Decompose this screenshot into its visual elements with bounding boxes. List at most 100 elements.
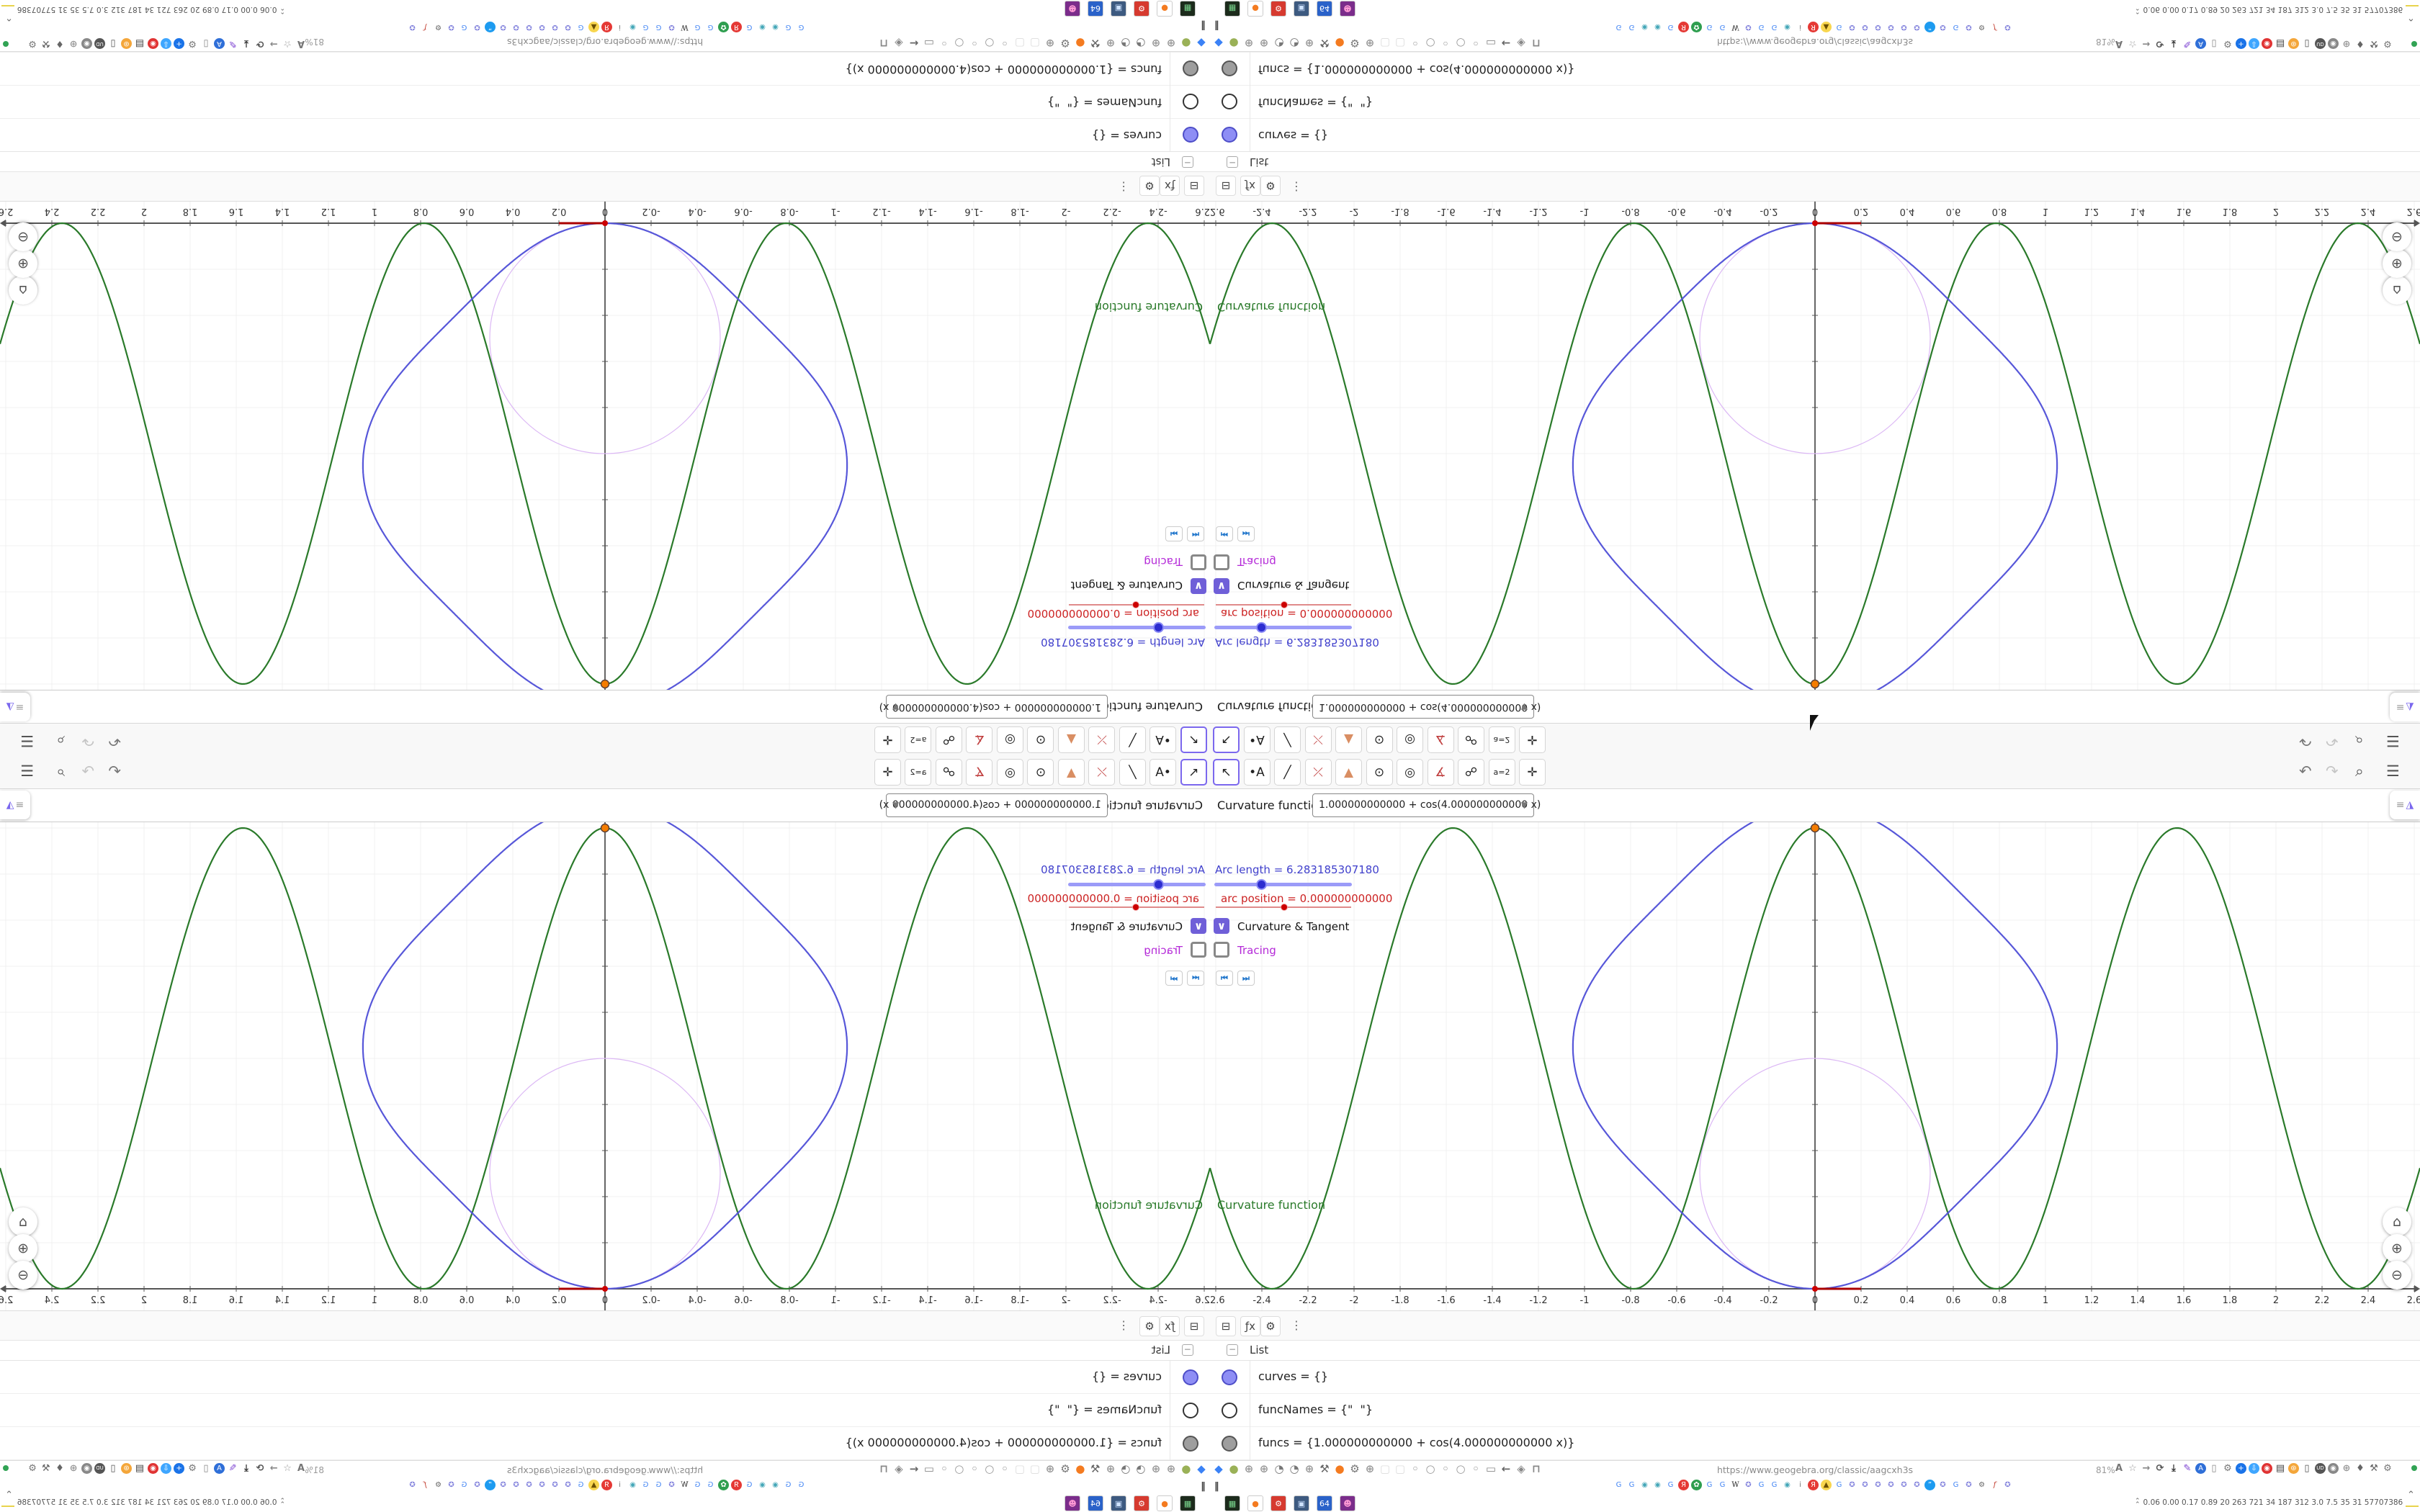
tab-favicon[interactable]: ◉ bbox=[1639, 22, 1650, 32]
arc-position-slider[interactable] bbox=[1069, 601, 1204, 608]
tab-favicon[interactable]: i bbox=[1795, 22, 1806, 32]
extension-icon[interactable]: ◉ bbox=[81, 1462, 92, 1474]
tab-favicon[interactable]: ✪ bbox=[1847, 1480, 1857, 1490]
zoom-out-button[interactable]: ⊖ bbox=[9, 1261, 37, 1290]
hamburger-menu-icon[interactable]: ☰ bbox=[20, 732, 34, 750]
extension-icon[interactable]: ⚙ bbox=[2222, 1462, 2233, 1474]
algebra-row-funcNames[interactable]: funcNames = {" "} bbox=[1210, 85, 2420, 118]
point-tool-button[interactable]: •A bbox=[1243, 726, 1270, 753]
tab-favicon[interactable]: G bbox=[744, 22, 755, 32]
point-tool-button[interactable]: •A bbox=[1150, 726, 1177, 753]
tab-favicon[interactable]: G bbox=[1665, 1480, 1676, 1490]
extension-icon[interactable]: ⚙ bbox=[2222, 38, 2233, 50]
graphics-view[interactable]: -2.6 -2.4 -2.2 -2 -1.8 -1.6 -1.4 -1.2 -1 -0.8 -0.6… bbox=[0, 822, 1210, 1310]
tab-favicon[interactable]: ⚙ bbox=[433, 22, 444, 32]
function-input[interactable]: 1.000000000000 + cos(4.000000000000 x) ▼ bbox=[1312, 695, 1541, 719]
dropdown-caret-icon[interactable]: ▼ bbox=[892, 696, 899, 718]
extension-icon[interactable]: ⚙ bbox=[27, 1462, 38, 1474]
home-button[interactable]: ⌂ bbox=[2383, 276, 2411, 305]
algebra-style-icon[interactable]: ⊟ bbox=[1216, 176, 1236, 196]
pinned-tab-icon[interactable]: ☻ bbox=[1340, 1, 1355, 17]
extension-icon[interactable]: ◉ bbox=[2328, 1462, 2339, 1474]
algebra-list-header-row[interactable]: − List bbox=[1210, 151, 2420, 171]
arc-position-point[interactable] bbox=[1812, 220, 1818, 226]
tab-favicon[interactable]: ” bbox=[1924, 1480, 1935, 1490]
arc-position-slider[interactable] bbox=[1069, 904, 1204, 911]
extension-icon[interactable]: ⚒ bbox=[2368, 1462, 2380, 1474]
algebra-row-funcs[interactable]: funcs = {1.000000000000 + cos(4.00000000… bbox=[1210, 1427, 2420, 1460]
tab-favicon[interactable]: ▲ bbox=[588, 1480, 599, 1490]
algebra-row-curves[interactable]: curves = {} bbox=[0, 118, 1210, 151]
tab-favicon[interactable]: ✪ bbox=[1937, 22, 1948, 32]
tab-favicon[interactable]: Я bbox=[1808, 22, 1819, 32]
extension-icon[interactable]: ▤ bbox=[2275, 38, 2286, 50]
angle-tool-button[interactable]: ∡ bbox=[966, 726, 993, 753]
tab-favicon[interactable]: ✪ bbox=[550, 22, 560, 32]
perpendicular-line-tool-button[interactable]: ⤫ bbox=[1304, 726, 1332, 753]
tab-favicon[interactable]: ✪ bbox=[524, 1480, 534, 1490]
reflect-tool-button[interactable]: ☍ bbox=[1458, 726, 1484, 753]
pinned-tab-icon[interactable]: ▦ bbox=[1180, 1495, 1196, 1511]
tab-favicon[interactable]: ✪ bbox=[1963, 22, 1974, 32]
home-button[interactable]: ⌂ bbox=[9, 276, 37, 305]
tab-favicon[interactable]: Я bbox=[731, 22, 742, 32]
tab-favicon[interactable]: G bbox=[1717, 22, 1728, 32]
skip-to-start-button[interactable]: ⏮ bbox=[1216, 526, 1233, 541]
apex-point[interactable] bbox=[1810, 823, 1820, 833]
extension-icon[interactable]: ▯ bbox=[2301, 1462, 2313, 1474]
pinned-tab-icon[interactable]: 64 bbox=[1317, 1495, 1332, 1511]
extension-icon[interactable]: ⊕ bbox=[68, 1462, 79, 1474]
undo-icon[interactable]: ↶ bbox=[108, 732, 121, 750]
arc-length-slider[interactable] bbox=[1214, 622, 1352, 633]
extension-icon[interactable]: ⇩ bbox=[161, 1462, 171, 1474]
move-graphics-view-tool-button[interactable]: ✛ bbox=[1519, 759, 1546, 786]
graphics-stylebar-button[interactable]: ≡ ◮ bbox=[0, 693, 30, 721]
tab-favicon[interactable]: ✪ bbox=[511, 22, 521, 32]
skip-to-start-button[interactable]: ⏮ bbox=[1187, 971, 1204, 986]
tab-favicon[interactable]: G bbox=[653, 1480, 664, 1490]
extension-icon[interactable]: ⊛ bbox=[2288, 38, 2299, 50]
tab-favicon[interactable]: Я bbox=[1678, 1480, 1689, 1490]
algebra-row-funcs[interactable]: funcs = {1.000000000000 + cos(4.00000000… bbox=[1210, 52, 2420, 85]
extension-icon[interactable]: ⚙ bbox=[2382, 38, 2393, 50]
tab-favicon[interactable]: ✪ bbox=[563, 1480, 573, 1490]
extension-icon[interactable]: ⊕ bbox=[2341, 1462, 2352, 1474]
visibility-toggle-funcs[interactable] bbox=[1222, 1436, 1237, 1452]
tab-favicon[interactable]: ✪ bbox=[1743, 1480, 1754, 1490]
arc-position-slider-handle[interactable] bbox=[1132, 904, 1139, 911]
tab-favicon[interactable]: G bbox=[575, 22, 586, 32]
tab-favicon[interactable]: W bbox=[1730, 22, 1741, 32]
extension-icon[interactable]: ◉ bbox=[148, 38, 158, 50]
tab-favicon[interactable]: ✪ bbox=[1860, 22, 1870, 32]
extension-icon[interactable]: ⚒ bbox=[40, 38, 52, 50]
arc-position-point[interactable] bbox=[602, 1286, 608, 1292]
extension-icon[interactable]: UD bbox=[2315, 38, 2326, 50]
tab-favicon[interactable]: G bbox=[1665, 22, 1676, 32]
tab-favicon[interactable]: ✪ bbox=[1899, 1480, 1909, 1490]
tab-favicon[interactable]: ✪ bbox=[563, 22, 573, 32]
tab-favicon[interactable]: ” bbox=[1924, 22, 1935, 32]
tab-favicon[interactable]: G bbox=[1769, 1480, 1780, 1490]
tab-favicon[interactable]: G bbox=[692, 22, 703, 32]
search-icon[interactable]: ⌕ bbox=[2355, 762, 2364, 780]
extension-icon[interactable]: ▤ bbox=[134, 1462, 145, 1474]
tab-favicon[interactable]: ✪ bbox=[2002, 22, 2013, 32]
collapse-icon[interactable]: − bbox=[1227, 1344, 1238, 1356]
reflect-tool-button[interactable]: ☍ bbox=[936, 759, 962, 786]
polygon-tool-button[interactable]: ▲ bbox=[1335, 726, 1362, 753]
visibility-toggle-funcNames[interactable] bbox=[1222, 94, 1237, 109]
zoom-in-button[interactable]: ⊕ bbox=[2383, 249, 2411, 278]
tab-favicon[interactable]: ▲ bbox=[588, 22, 599, 32]
tab-favicon[interactable]: ✪ bbox=[446, 22, 457, 32]
extension-icon[interactable]: ⊕ bbox=[2341, 38, 2352, 50]
graphics-view[interactable]: -2.6 -2.4 -2.2 -2 -1.8 -1.6 -1.4 -1.2 -1 -0.8 -0.6… bbox=[0, 202, 1210, 690]
curvature-tangent-checkbox[interactable]: ∨ bbox=[1214, 918, 1229, 934]
extension-icon[interactable]: ⚙ bbox=[187, 38, 198, 50]
arc-length-slider-label[interactable]: Arc length = 6.283185307180 bbox=[1215, 636, 1379, 649]
visibility-toggle-funcs[interactable] bbox=[1222, 60, 1237, 76]
line-tool-button[interactable]: ╱ bbox=[1119, 759, 1146, 786]
algebra-list-header-row[interactable]: − List bbox=[1210, 1341, 2420, 1361]
collapse-icon[interactable]: − bbox=[1182, 1344, 1193, 1356]
extension-icon[interactable]: ⟳ bbox=[254, 38, 266, 50]
point-tool-button[interactable]: •A bbox=[1150, 759, 1177, 786]
